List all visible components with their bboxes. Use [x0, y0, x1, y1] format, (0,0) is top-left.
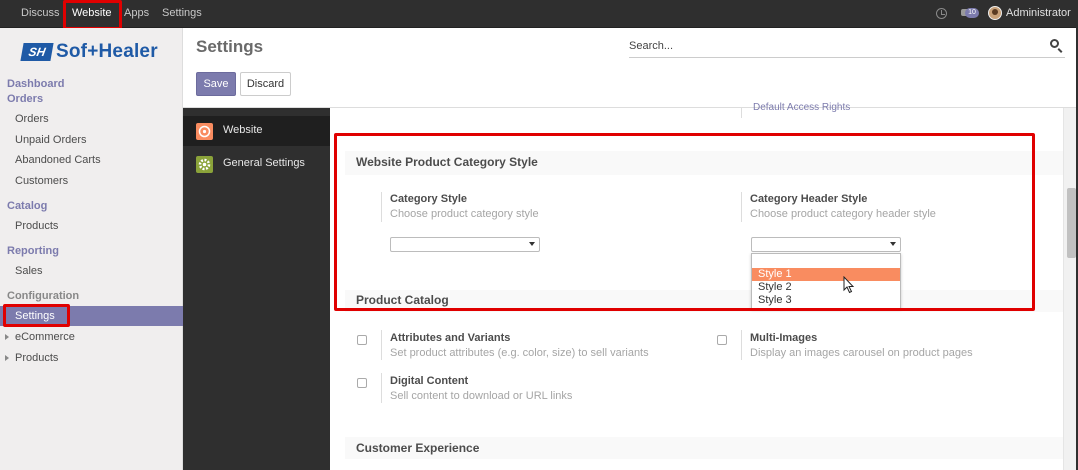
field-divider	[741, 330, 742, 360]
chat-count-badge: 10	[965, 8, 979, 18]
save-button[interactable]: Save	[196, 72, 236, 96]
app-label-general-settings: General Settings	[223, 157, 305, 169]
gear-icon	[196, 156, 213, 173]
settings-item-highlight	[3, 304, 70, 327]
field-divider	[741, 108, 742, 118]
activity-clock-icon[interactable]	[936, 8, 947, 19]
menu-apps[interactable]: Apps	[124, 0, 149, 28]
page-title: Settings	[196, 37, 264, 56]
sidebar-item-config-products[interactable]: Products	[15, 352, 58, 364]
app-item-general-settings[interactable]: General Settings	[183, 149, 330, 179]
settings-app-list: Website General Settings	[183, 108, 330, 470]
sidebar-head-reporting: Reporting	[7, 245, 59, 257]
sidebar-head-configuration: Configuration	[7, 290, 80, 302]
brand-logo[interactable]: SH Sof+Healer	[20, 40, 158, 64]
attributes-variants-label: Attributes and Variants	[390, 332, 511, 344]
field-divider	[381, 373, 382, 403]
sidebar-item-unpaid-orders[interactable]: Unpaid Orders	[15, 134, 87, 146]
digital-content-help: Sell content to download or URL links	[390, 390, 573, 402]
logo-text: Sof+Healer	[56, 41, 158, 62]
sidebar-item-customers[interactable]: Customers	[15, 175, 68, 187]
sidebar-item-ecommerce[interactable]: eCommerce	[15, 331, 75, 343]
user-menu[interactable]: Administrator	[1006, 0, 1071, 26]
sidebar-item-products[interactable]: Products	[15, 220, 58, 232]
sidebar-head-catalog: Catalog	[7, 200, 48, 212]
top-navbar: Discuss Website Apps Settings 10 Adminis…	[0, 0, 1078, 28]
menu-settings[interactable]: Settings	[162, 0, 202, 28]
expand-caret-icon[interactable]	[5, 334, 9, 340]
scrollbar-thumb[interactable]	[1067, 188, 1076, 258]
avatar[interactable]	[988, 6, 1002, 20]
attributes-variants-checkbox[interactable]	[357, 335, 367, 345]
digital-content-label: Digital Content	[390, 375, 469, 387]
sidebar-item-sales[interactable]: Sales	[15, 265, 43, 277]
default-access-rights-link[interactable]: Default Access Rights	[753, 102, 850, 113]
sidebar-item-abandoned-carts[interactable]: Abandoned Carts	[15, 154, 101, 166]
search-input[interactable]	[629, 36, 1039, 56]
expand-caret-icon[interactable]	[5, 355, 9, 361]
app-label-website: Website	[223, 124, 263, 136]
search-icon[interactable]	[1050, 39, 1059, 48]
multi-images-label: Multi-Images	[750, 332, 818, 344]
category-style-highlight	[334, 133, 1035, 311]
discard-button[interactable]: Discard	[240, 72, 291, 96]
sidebar-head-orders: Orders	[7, 93, 44, 105]
attributes-variants-help: Set product attributes (e.g. color, size…	[390, 347, 649, 359]
sidebar-item-orders[interactable]: Orders	[15, 113, 49, 125]
multi-images-checkbox[interactable]	[717, 335, 727, 345]
sidebar: SH Sof+Healer Dashboard Orders Orders Un…	[0, 28, 183, 470]
website-icon	[196, 123, 213, 140]
multi-images-help: Display an images carousel on product pa…	[750, 347, 973, 359]
app-item-website[interactable]: Website	[183, 116, 330, 146]
sidebar-dashboard[interactable]: Dashboard	[7, 78, 64, 90]
website-menu-highlight	[63, 0, 122, 30]
logo-mark: SH	[20, 43, 54, 61]
search-bar	[629, 36, 1065, 58]
field-divider	[381, 330, 382, 360]
section-title-customer-experience: Customer Experience	[356, 441, 480, 455]
menu-discuss[interactable]: Discuss	[21, 0, 60, 28]
digital-content-checkbox[interactable]	[357, 378, 367, 388]
